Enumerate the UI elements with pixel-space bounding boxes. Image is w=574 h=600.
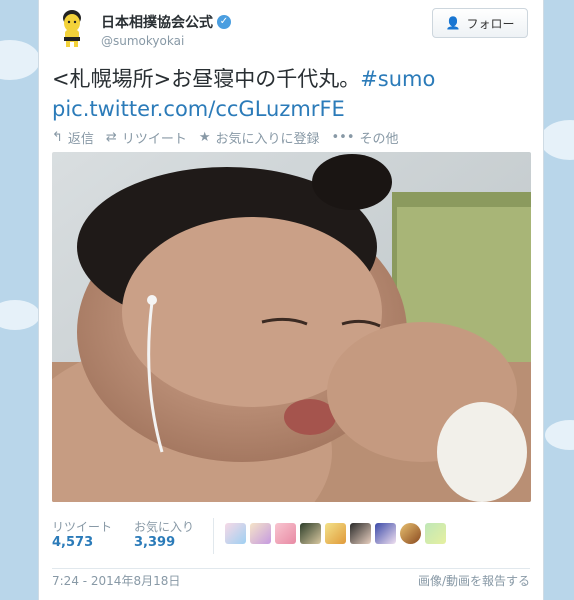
display-name-text[interactable]: 日本相撲協会公式 [101,12,213,32]
follow-button[interactable]: 👤 フォロー [432,8,528,38]
reply-label: 返信 [67,132,94,147]
tweet-actions: ↰ 返信 ⇄ リツイート ★ お気に入りに登録 ••• その他 [52,128,399,147]
favoriter-avatar[interactable] [275,523,296,544]
background-cloud [0,300,40,330]
favoriter-avatar[interactable] [325,523,346,544]
tweet-card: 日本相撲協会公式 ✓ @sumokyokai 👤 フォロー <札幌場所>お昼寝中… [38,0,544,600]
favorite-action[interactable]: ★ お気に入りに登録 [199,128,320,147]
retweet-count-value: 4,573 [52,535,94,550]
favoriter-avatar[interactable] [400,523,421,544]
retweet-label: リツイート [121,132,187,147]
tweet-stats: リツイート 4,573 お気に入り 3,399 [52,518,194,550]
stats-divider [213,518,214,554]
favoriter-avatar[interactable] [225,523,246,544]
retweet-icon: ⇄ [105,130,117,145]
retweet-action[interactable]: ⇄ リツイート [106,128,187,147]
favoriters-avatars [225,523,446,544]
hashtag-link[interactable]: #sumo [360,67,435,91]
account-handle[interactable]: @sumokyokai [101,34,231,48]
reply-action[interactable]: ↰ 返信 [52,128,94,147]
background-cloud [545,420,574,450]
favorite-count-value: 3,399 [134,535,176,550]
reply-icon: ↰ [52,130,63,145]
favoriter-avatar[interactable] [350,523,371,544]
more-dots-icon: ••• [331,130,355,145]
retweet-count-label: リツイート [52,520,113,534]
tweet-photo[interactable] [52,152,531,502]
display-name[interactable]: 日本相撲協会公式 ✓ [101,12,231,32]
more-action[interactable]: ••• その他 [332,128,399,147]
favoriter-avatar[interactable] [300,523,321,544]
favorite-count-label: お気に入り [134,520,195,534]
favoriter-avatar[interactable] [250,523,271,544]
follow-label: フォロー [466,16,515,31]
tweet-body: <札幌場所>お昼寝中の千代丸。 [52,67,361,91]
tweet-footer: 7:24 - 2014年8月18日 画像/動画を報告する [52,568,530,589]
verified-badge-icon: ✓ [217,15,231,29]
tweet-timestamp[interactable]: 7:24 - 2014年8月18日 [52,572,180,589]
media-link[interactable]: pic.twitter.com/ccGLuzmrFE [52,97,345,121]
star-icon: ★ [198,130,211,145]
favorite-label: お気に入りに登録 [215,132,320,147]
favoriter-avatar[interactable] [425,523,446,544]
favorite-count[interactable]: お気に入り 3,399 [134,518,194,550]
avatar[interactable] [52,8,92,48]
background-cloud [0,40,40,80]
report-media-link[interactable]: 画像/動画を報告する [418,572,530,589]
background-cloud [540,120,574,160]
retweet-count[interactable]: リツイート 4,573 [52,518,112,550]
person-plus-icon: 👤 [445,16,461,30]
more-label: その他 [359,132,399,147]
tweet-text: <札幌場所>お昼寝中の千代丸。#sumo pic.twitter.com/ccG… [52,64,532,124]
favoriter-avatar[interactable] [375,523,396,544]
